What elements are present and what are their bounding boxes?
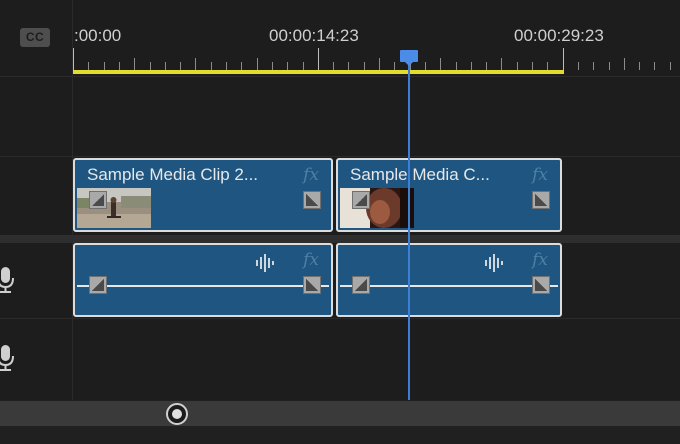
playhead-handle[interactable] [400, 50, 418, 66]
ruler-tick [593, 62, 594, 70]
ruler-tick [639, 62, 640, 70]
ruler-tick [563, 48, 564, 70]
work-area-bar[interactable] [73, 70, 564, 74]
ruler-tick [471, 62, 472, 70]
ruler-tick [73, 48, 74, 70]
ruler-tick [379, 58, 380, 70]
video-audio-divider[interactable] [0, 235, 680, 243]
keyframe-handle-icon[interactable] [303, 191, 321, 209]
clip-title: Sample Media C... [350, 165, 490, 184]
ruler-tick [670, 62, 671, 70]
ruler-tick [287, 62, 288, 70]
ruler-tick [364, 62, 365, 70]
track-divider [0, 156, 680, 157]
ruler-tick [578, 62, 579, 70]
ruler-tick [150, 62, 151, 70]
keyframe-handle-icon[interactable] [303, 276, 321, 294]
video-clip[interactable]: Sample Media Clip 2... fx [73, 158, 333, 232]
ruler-tick [532, 62, 533, 70]
ruler-tick [318, 48, 319, 70]
ruler-tick [119, 62, 120, 70]
ruler-tick [547, 62, 548, 70]
ruler-tick [654, 62, 655, 70]
track-divider [0, 318, 680, 319]
volume-rubberband[interactable] [77, 285, 329, 287]
ruler-tick [303, 62, 304, 70]
fx-badge: fx [303, 250, 319, 270]
ruler-tick [104, 62, 105, 70]
fx-badge: fx [532, 165, 548, 185]
ruler-tick [609, 62, 610, 70]
ruler-tick [624, 58, 625, 70]
ruler-tick [456, 62, 457, 70]
fx-badge: fx [303, 165, 319, 185]
playhead-line[interactable] [408, 58, 410, 400]
ruler-tick [226, 62, 227, 70]
keyframe-handle-icon[interactable] [89, 191, 107, 209]
waveform-icon [256, 254, 274, 272]
time-ruler[interactable]: :00:00 00:00:14:23 00:00:29:23 [73, 0, 680, 78]
fx-badge: fx [532, 250, 548, 270]
keyframe-handle-icon[interactable] [352, 276, 370, 294]
ruler-tick [333, 62, 334, 70]
audio-clip[interactable]: fx [73, 243, 333, 317]
ruler-tick [211, 62, 212, 70]
ruler-divider [0, 76, 680, 77]
ruler-tick [501, 58, 502, 70]
microphone-icon[interactable] [0, 265, 16, 293]
ruler-tick [88, 62, 89, 70]
captions-toggle-button[interactable]: CC [20, 28, 50, 47]
keyframe-handle-icon[interactable] [532, 191, 550, 209]
timeline-panel: CC :00:00 00:00:14:23 00:00:29:23 Sample… [0, 0, 680, 444]
ruler-tick [440, 58, 441, 70]
horizontal-scrollbar[interactable] [0, 401, 680, 426]
ruler-tick [165, 62, 166, 70]
clip-title: Sample Media Clip 2... [87, 165, 259, 184]
ruler-tick [241, 62, 242, 70]
ruler-tick [348, 62, 349, 70]
ruler-tick [257, 58, 258, 70]
ruler-tick [486, 62, 487, 70]
ruler-ticks [73, 46, 680, 70]
keyframe-handle-icon[interactable] [352, 191, 370, 209]
ruler-tick [425, 62, 426, 70]
ruler-tick [517, 62, 518, 70]
video-clip[interactable]: Sample Media C... fx [336, 158, 562, 232]
microphone-icon[interactable] [0, 343, 16, 371]
keyframe-handle-icon[interactable] [89, 276, 107, 294]
timecode-label: 00:00:29:23 [514, 26, 604, 45]
ruler-tick [195, 58, 196, 70]
volume-rubberband[interactable] [340, 285, 558, 287]
ruler-tick [134, 58, 135, 70]
timecode-label: :00:00 [74, 26, 122, 45]
keyframe-handle-icon[interactable] [532, 276, 550, 294]
zoom-scroll-handle[interactable] [166, 403, 188, 425]
timecode-label: 00:00:14:23 [269, 26, 359, 45]
ruler-tick [180, 62, 181, 70]
ruler-tick [394, 62, 395, 70]
ruler-tick [272, 62, 273, 70]
audio-clip[interactable]: fx [336, 243, 562, 317]
track-header-column [0, 0, 72, 400]
waveform-icon [485, 254, 503, 272]
